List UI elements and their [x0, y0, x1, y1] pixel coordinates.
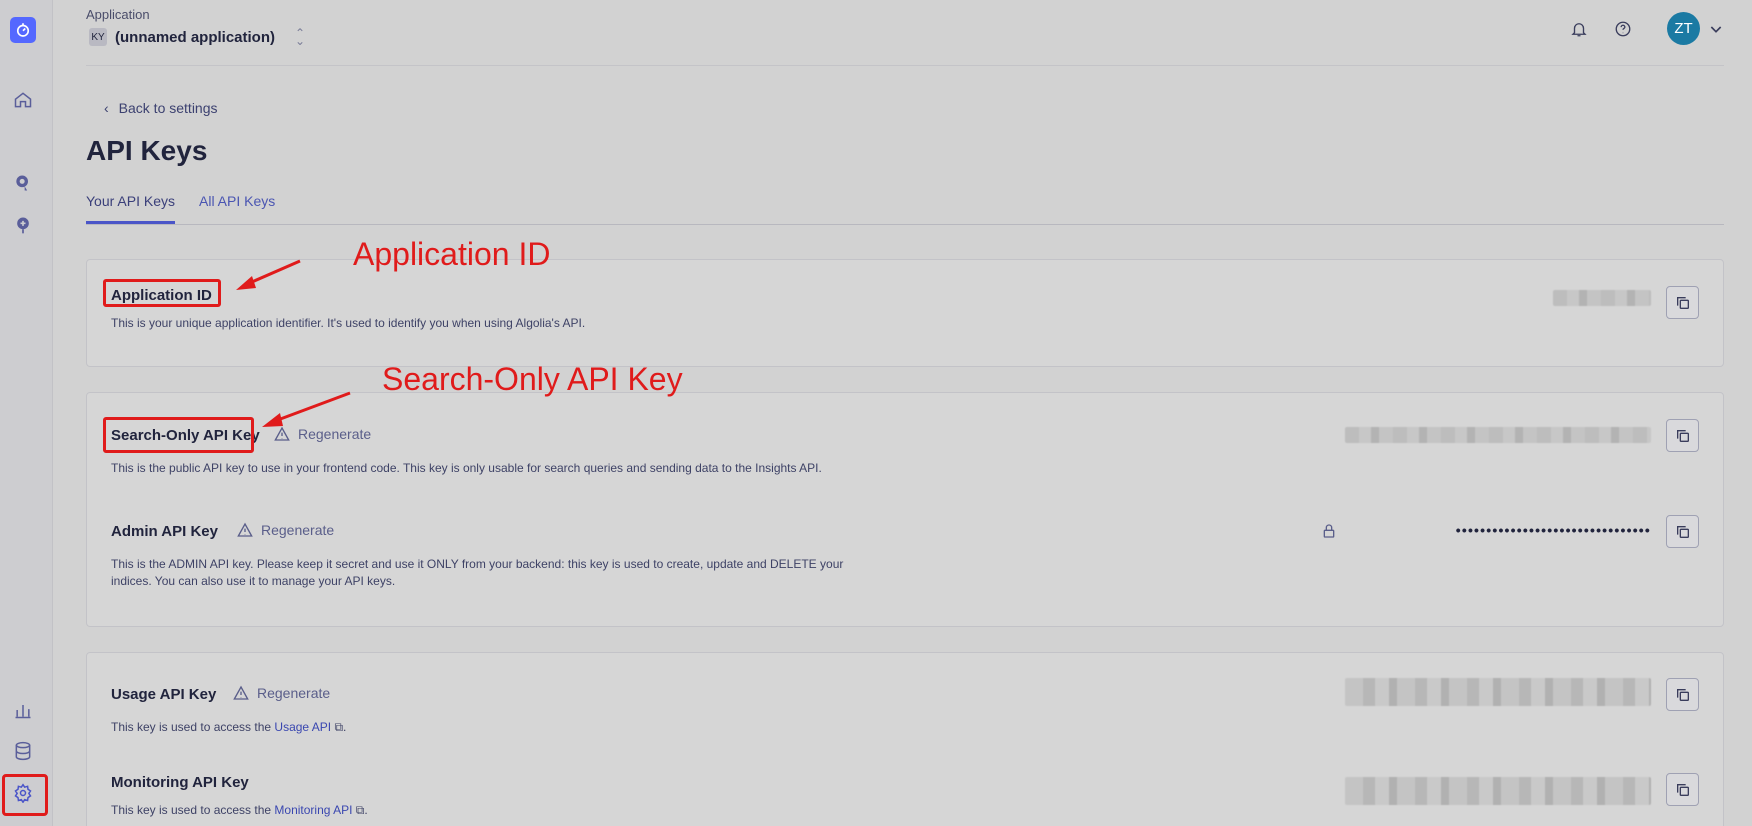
help-icon[interactable] [1613, 19, 1633, 39]
database-icon[interactable] [12, 740, 34, 762]
tabs: Your API Keys All API Keys [86, 190, 1724, 225]
recommend-product-icon[interactable] [12, 214, 34, 236]
copy-icon [1676, 688, 1689, 701]
copy-application-id-button[interactable] [1666, 286, 1699, 319]
chevron-up-down-icon: ⌃ ⌄ [295, 26, 306, 48]
annotation-search-only-key: Search-Only API Key [382, 361, 683, 397]
external-link-icon: ⧉ [352, 803, 365, 817]
avatar: ZT [1667, 12, 1700, 45]
admin-key-title: Admin API Key [111, 523, 218, 540]
copy-search-key-button[interactable] [1666, 419, 1699, 452]
top-bar: Application KY (unnamed application) ⌃ ⌄ … [86, 0, 1724, 66]
usage-description-suffix: . [343, 720, 347, 734]
stopwatch-icon [16, 23, 30, 37]
regenerate-admin-key-button[interactable]: Regenerate [237, 522, 334, 538]
chevron-down-icon [1710, 25, 1722, 33]
search-product-icon[interactable] [12, 172, 34, 194]
analytics-icon[interactable] [12, 699, 34, 721]
warning-icon [237, 522, 253, 537]
page-title: API Keys [86, 135, 208, 166]
search-only-key-value-blurred [1345, 427, 1651, 443]
tab-all-api-keys[interactable]: All API Keys [199, 193, 275, 221]
application-id-description: This is your unique application identifi… [111, 316, 586, 330]
settings-highlight-box [2, 774, 48, 816]
copy-monitoring-key-button[interactable] [1666, 773, 1699, 806]
tab-your-api-keys[interactable]: Your API Keys [86, 193, 175, 224]
usage-description-text: This key is used to access the [111, 720, 275, 734]
copy-icon [1676, 429, 1689, 442]
lock-icon[interactable] [1321, 523, 1337, 539]
regenerate-label: Regenerate [298, 426, 372, 442]
monitoring-key-title: Monitoring API Key [111, 774, 249, 791]
regenerate-usage-key-button[interactable]: Regenerate [233, 685, 330, 701]
usage-key-value-blurred [1345, 678, 1651, 706]
user-menu[interactable]: ZT [1667, 12, 1724, 45]
monitoring-key-value-blurred [1345, 777, 1651, 805]
application-id-value-blurred [1553, 290, 1651, 306]
bell-icon[interactable] [1569, 19, 1589, 39]
copy-icon [1676, 783, 1689, 796]
application-label: Application [86, 7, 150, 22]
search-only-key-description: This is the public API key to use in you… [111, 461, 822, 475]
regenerate-label: Regenerate [261, 522, 335, 538]
search-admin-keys-card: Search-Only API Key Regenerate This is t… [86, 392, 1724, 627]
chevron-left-icon: ‹ [104, 100, 109, 116]
usage-monitoring-keys-card: Usage API Key Regenerate This key is use… [86, 652, 1724, 826]
warning-icon [233, 685, 249, 700]
regenerate-label: Regenerate [257, 685, 331, 701]
usage-key-title: Usage API Key [111, 686, 217, 703]
copy-icon [1676, 296, 1689, 309]
application-switcher[interactable]: KY (unnamed application) ⌃ ⌄ [89, 26, 306, 48]
algolia-logo[interactable] [10, 17, 36, 43]
usage-key-description: This key is used to access the Usage API… [111, 719, 346, 736]
usage-api-link[interactable]: Usage API [274, 720, 331, 734]
search-only-key-highlight-box [103, 417, 254, 453]
application-id-highlight-box [103, 279, 221, 307]
copy-usage-key-button[interactable] [1666, 678, 1699, 711]
monitoring-description-text: This key is used to access the [111, 803, 275, 817]
admin-key-description-line1: This is the ADMIN API key. Please keep i… [111, 557, 844, 571]
admin-key-description-line2: indices. You can also use it to manage y… [111, 574, 396, 588]
sidebar [0, 0, 53, 826]
application-id-card: Application ID This is your unique appli… [86, 259, 1724, 367]
copy-admin-key-button[interactable] [1666, 515, 1699, 548]
regenerate-search-key-button[interactable]: Regenerate [274, 426, 371, 442]
warning-icon [274, 426, 290, 441]
application-name: (unnamed application) [115, 28, 276, 46]
home-icon[interactable] [12, 89, 34, 111]
back-to-settings-label: Back to settings [118, 100, 218, 116]
monitoring-description-suffix: . [364, 803, 368, 817]
copy-icon [1676, 525, 1689, 538]
admin-key-masked-value: •••••••••••••••••••••••••••••••• [1455, 522, 1651, 538]
monitoring-key-description: This key is used to access the Monitorin… [111, 802, 368, 819]
annotation-application-id: Application ID [353, 236, 551, 272]
application-badge: KY [89, 28, 107, 46]
back-to-settings-link[interactable]: ‹ Back to settings [104, 100, 218, 116]
monitoring-api-link[interactable]: Monitoring API [274, 803, 352, 817]
external-link-icon: ⧉ [331, 720, 344, 734]
